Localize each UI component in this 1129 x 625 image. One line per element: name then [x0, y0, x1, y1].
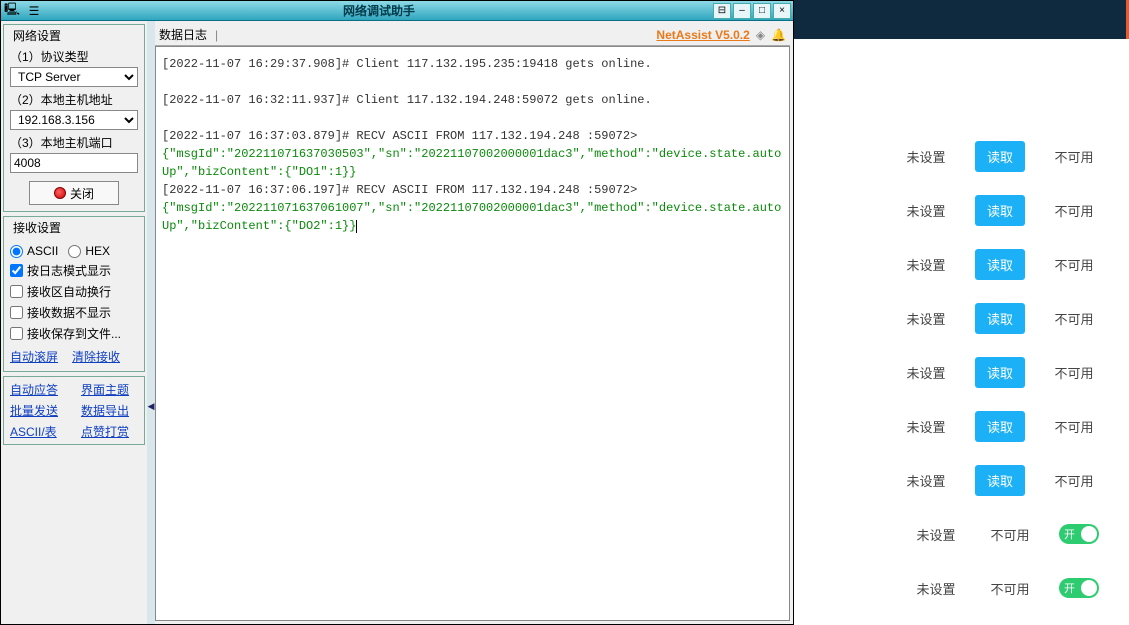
close-connection-button[interactable]: 关闭 [29, 181, 119, 205]
toggle-switch[interactable]: 开 [1059, 524, 1099, 544]
read-button[interactable]: 读取 [975, 357, 1025, 388]
read-button[interactable]: 读取 [975, 303, 1025, 334]
status-not-set: 未设置 [901, 417, 951, 436]
link-batch-send[interactable]: 批量发送 [10, 402, 67, 419]
link-data-export[interactable]: 数据导出 [81, 402, 138, 419]
status-unavailable: 不可用 [1049, 471, 1099, 490]
read-button[interactable]: 读取 [975, 195, 1025, 226]
log-header: 数据日志 | NetAssist V5.0.2 ◈ 🔔 [155, 24, 790, 46]
link-auto-reply[interactable]: 自动应答 [10, 381, 67, 398]
log-title: 数据日志 [159, 26, 207, 43]
status-unavailable: 不可用 [1049, 417, 1099, 436]
panel-row: 未设置 读取 不可用 [794, 237, 1129, 291]
status-unavailable: 不可用 [1049, 255, 1099, 274]
pin-button[interactable]: ⊟ [713, 3, 731, 19]
brand-version[interactable]: NetAssist V5.0.2 [656, 28, 749, 42]
status-not-set: 未设置 [901, 147, 951, 166]
read-button[interactable]: 读取 [975, 249, 1025, 280]
hex-radio[interactable]: HEX [68, 244, 110, 258]
status-not-set: 未设置 [901, 471, 951, 490]
link-ascii-table[interactable]: ASCII/表 [10, 423, 67, 440]
quick-links: 自动应答 界面主题 批量发送 数据导出 ASCII/表 点赞打赏 [3, 376, 145, 445]
log-line: {"msgId":"202211071637061007","sn":"2022… [162, 199, 783, 235]
link-autoscroll[interactable]: 自动滚屏 [10, 348, 58, 365]
proto-select[interactable]: TCP Server [10, 67, 138, 87]
ascii-radio[interactable]: ASCII [10, 244, 58, 258]
network-settings-group: 网络设置 （1）协议类型 TCP Server （2）本地主机地址 192.16… [3, 24, 145, 212]
sidebar: 网络设置 （1）协议类型 TCP Server （2）本地主机地址 192.16… [1, 21, 147, 624]
panel-row: 未设置 不可用 开 [794, 507, 1129, 561]
chevron-left-icon: ◀ [148, 401, 155, 412]
panel-row: 未设置 读取 不可用 [794, 183, 1129, 237]
log-textarea[interactable]: [2022-11-07 16:29:37.908]# Client 117.13… [155, 46, 790, 621]
bell-icon[interactable]: 🔔 [771, 28, 786, 42]
panel-row: 未设置 读取 不可用 [794, 399, 1129, 453]
close-label: 关闭 [70, 185, 94, 202]
panel-row: 未设置 读取 不可用 [794, 453, 1129, 507]
link-clear-recv[interactable]: 清除接收 [72, 348, 120, 365]
panel-row: 未设置 不可用 开 [794, 561, 1129, 615]
opt-auto-wrap[interactable]: 接收区自动换行 [10, 283, 138, 300]
panel-row: 未设置 读取 不可用 [794, 345, 1129, 399]
log-line: [2022-11-07 16:37:03.879]# RECV ASCII FR… [162, 127, 783, 145]
splitter[interactable]: ◀ [147, 21, 155, 624]
log-line: [2022-11-07 16:37:06.197]# RECV ASCII FR… [162, 181, 783, 199]
read-button[interactable]: 读取 [975, 465, 1025, 496]
device-panel: 未设置读取不可用未设置读取不可用未设置读取不可用未设置读取不可用未设置读取不可用… [794, 0, 1129, 625]
menu-icon[interactable]: ☰ [23, 4, 45, 18]
link-theme[interactable]: 界面主题 [81, 381, 138, 398]
opt-hide-recv[interactable]: 接收数据不显示 [10, 304, 138, 321]
panel-row: 未设置 读取 不可用 [794, 291, 1129, 345]
recv-settings-group: 接收设置 ASCII HEX 按日志模式显示 接收区自动换行 接收数据不显示 接… [3, 216, 145, 372]
opt-log-mode[interactable]: 按日志模式显示 [10, 262, 138, 279]
status-not-set: 未设置 [901, 363, 951, 382]
status-not-set: 未设置 [901, 309, 951, 328]
host-select[interactable]: 192.168.3.156 [10, 110, 138, 130]
group-title: 接收设置 [10, 219, 64, 236]
panel-row: 未设置 读取 不可用 [794, 129, 1129, 183]
close-window-button[interactable]: × [773, 3, 791, 19]
log-line: [2022-11-07 16:29:37.908]# Client 117.13… [162, 55, 783, 73]
panel-rows: 未设置读取不可用未设置读取不可用未设置读取不可用未设置读取不可用未设置读取不可用… [794, 39, 1129, 625]
status-unavailable: 不可用 [1049, 363, 1099, 382]
host-label: （2）本地主机地址 [10, 91, 138, 108]
divider: | [215, 28, 218, 42]
opt-save-file[interactable]: 接收保存到文件... [10, 325, 138, 342]
main-area: 数据日志 | NetAssist V5.0.2 ◈ 🔔 [2022-11-07 … [155, 21, 793, 624]
port-input[interactable] [10, 153, 138, 173]
status-unavailable: 不可用 [1049, 201, 1099, 220]
status-not-set: 未设置 [901, 255, 951, 274]
netassist-window: 🖳 ☰ 网络调试助手 ⊟ – □ × 网络设置 （1）协议类型 TCP Serv… [0, 0, 794, 625]
status-not-set: 未设置 [911, 579, 961, 598]
status-unavailable: 不可用 [985, 579, 1035, 598]
status-not-set: 未设置 [901, 201, 951, 220]
read-button[interactable]: 读取 [975, 141, 1025, 172]
status-unavailable: 不可用 [985, 525, 1035, 544]
toggle-switch[interactable]: 开 [1059, 578, 1099, 598]
minimize-button[interactable]: – [733, 3, 751, 19]
status-not-set: 未设置 [911, 525, 961, 544]
maximize-button[interactable]: □ [753, 3, 771, 19]
status-unavailable: 不可用 [1049, 309, 1099, 328]
link-donate[interactable]: 点赞打赏 [81, 423, 138, 440]
proto-label: （1）协议类型 [10, 48, 138, 65]
group-title: 网络设置 [10, 27, 64, 44]
window-title: 网络调试助手 [45, 2, 713, 19]
record-icon [54, 187, 66, 199]
diamond-icon[interactable]: ◈ [756, 28, 765, 42]
panel-header [794, 0, 1129, 39]
port-label: （3）本地主机端口 [10, 134, 138, 151]
app-icon: 🖳 [1, 0, 23, 21]
titlebar[interactable]: 🖳 ☰ 网络调试助手 ⊟ – □ × [1, 1, 793, 21]
log-line: [2022-11-07 16:32:11.937]# Client 117.13… [162, 91, 783, 109]
status-unavailable: 不可用 [1049, 147, 1099, 166]
read-button[interactable]: 读取 [975, 411, 1025, 442]
log-line: {"msgId":"202211071637030503","sn":"2022… [162, 145, 783, 181]
